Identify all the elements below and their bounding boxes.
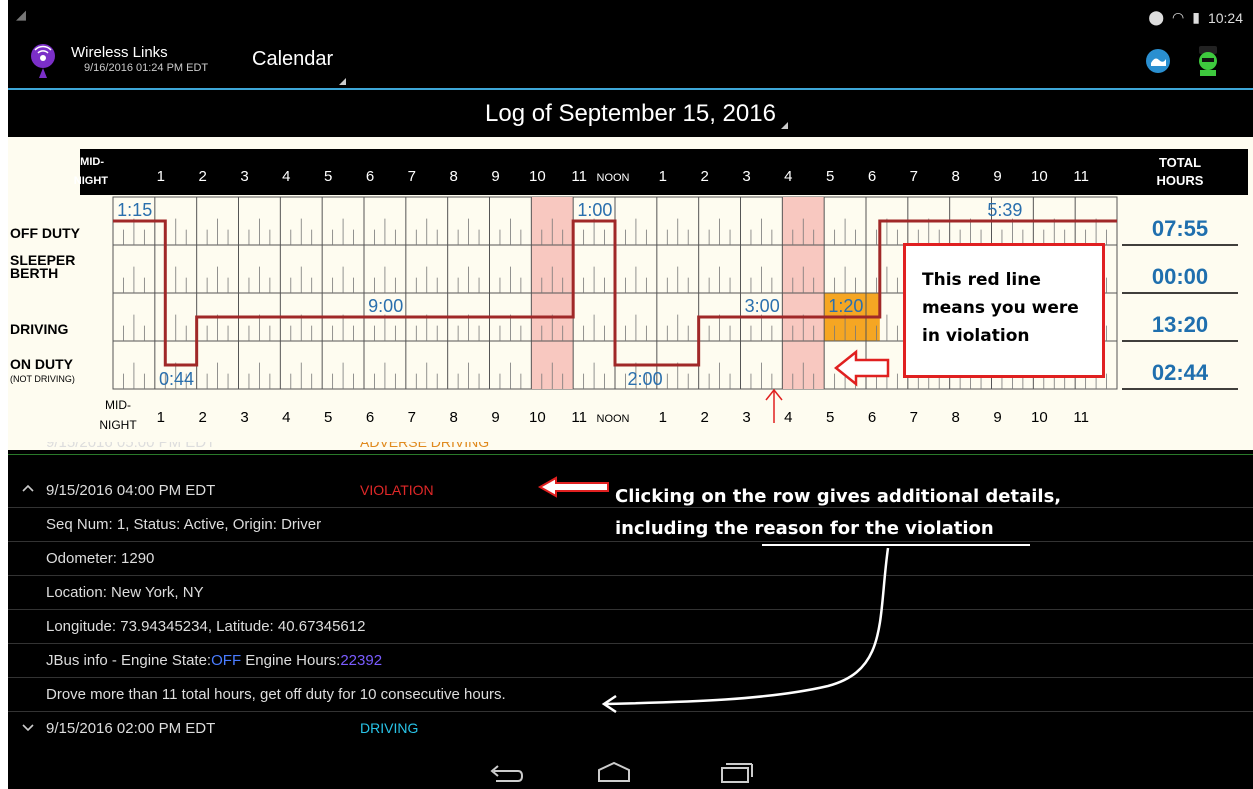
callout-line: in violation <box>922 326 1030 346</box>
annotation-line-1: Clicking on the row gives additional det… <box>615 486 1062 507</box>
back-icon[interactable] <box>486 763 526 785</box>
callout-line: means you were <box>922 298 1079 318</box>
nav-bar <box>8 757 1253 789</box>
home-icon[interactable] <box>594 761 634 783</box>
tablet-screen: ◢ ⬤ ◠ ▮ 10:24 Wireless Links 9/16/2016 0… <box>8 0 1253 789</box>
annotation-arrow-left <box>537 476 609 498</box>
violation-callout: This red line means you were in violatio… <box>903 243 1105 378</box>
annotation-overlay <box>537 349 1030 714</box>
callout-arrow <box>833 349 890 387</box>
callout-line: This red line <box>922 270 1041 290</box>
annotation-line-2: including the reason for the violation <box>615 518 994 539</box>
recent-apps-icon[interactable] <box>716 761 756 783</box>
curved-arrow <box>605 547 890 706</box>
